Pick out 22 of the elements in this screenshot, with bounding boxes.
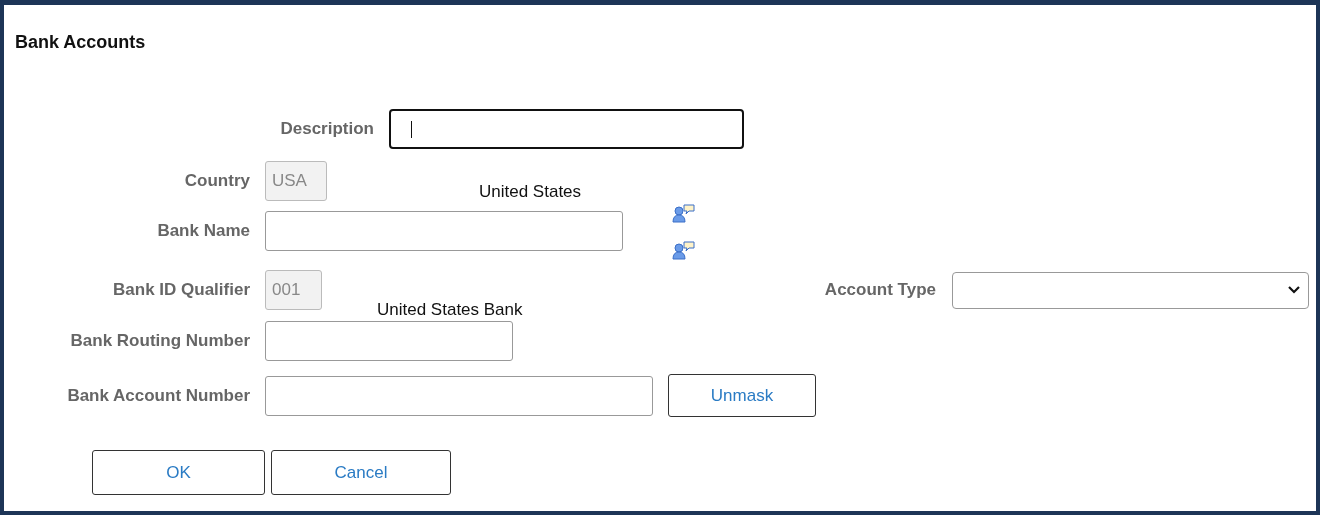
- chevron-down-icon: [1288, 286, 1300, 294]
- account-number-field[interactable]: [265, 375, 653, 416]
- lookup-icon[interactable]: [672, 203, 696, 223]
- account-type-dropdown[interactable]: [952, 271, 1309, 309]
- field-label: Bank Account Number: [66, 385, 251, 406]
- dialog-button[interactable]: Cancel: [271, 450, 451, 495]
- field-label: Bank ID Qualifier: [112, 280, 251, 300]
- text-cursor: [411, 121, 412, 138]
- field-label: Bank Routing Number: [69, 331, 251, 351]
- unmask-button[interactable]: Unmask: [668, 374, 816, 417]
- dialog-title: Bank Accounts: [15, 32, 147, 54]
- field-label: Account Type: [823, 280, 937, 300]
- lookup-icon[interactable]: [672, 240, 696, 260]
- country-description: United States: [479, 182, 582, 202]
- dialog-button[interactable]: OK: [92, 450, 265, 495]
- field-label: Description: [279, 119, 375, 139]
- description-field[interactable]: [389, 109, 744, 149]
- field-label: Country: [183, 171, 251, 191]
- routing-number-field[interactable]: [265, 321, 513, 361]
- bank-name-field[interactable]: [265, 211, 623, 251]
- field-label: Bank Name: [156, 221, 251, 241]
- qualifier-description: United States Bank: [377, 300, 523, 320]
